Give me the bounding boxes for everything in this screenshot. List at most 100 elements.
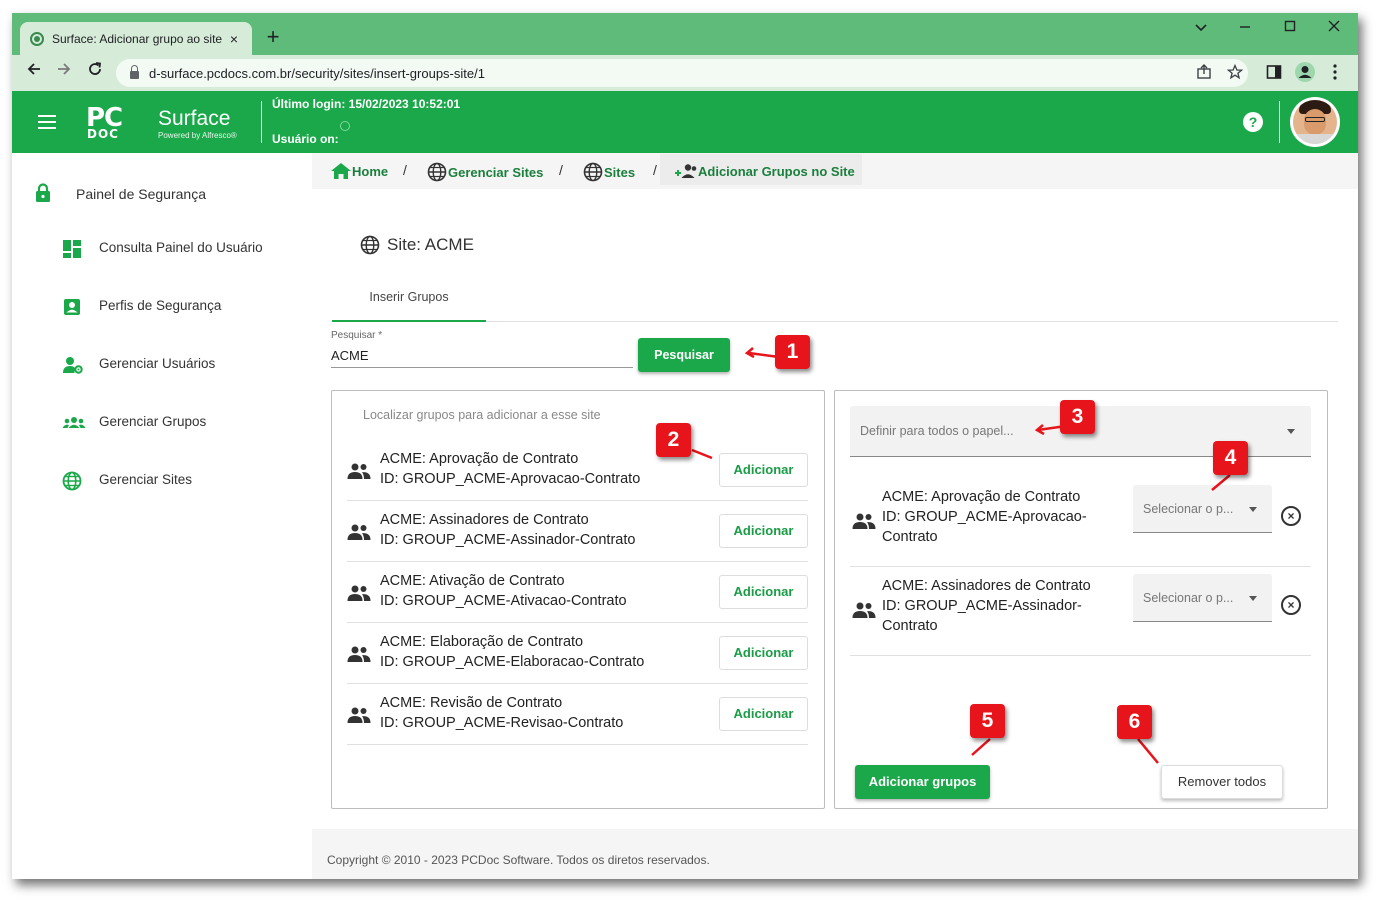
url-field[interactable]: d-surface.pcdocs.com.br/security/sites/i…: [116, 59, 1248, 87]
browser-tabstrip: Surface: Adicionar grupo ao site × +: [12, 13, 1358, 55]
add-group-button[interactable]: Adicionar: [719, 636, 808, 670]
avatar[interactable]: [1290, 97, 1340, 147]
group-id: ID: GROUP_ACME-Ativacao-Contrato: [380, 593, 627, 609]
group-icon: [347, 524, 371, 540]
group-icon: [347, 707, 371, 723]
last-login-text: Último login: 15/02/2023 10:52:01: [272, 97, 461, 111]
new-tab-button[interactable]: +: [262, 26, 284, 48]
role-select[interactable]: Selecionar o p...: [1133, 485, 1272, 533]
help-icon[interactable]: ?: [1243, 112, 1263, 132]
add-group-button[interactable]: Adicionar: [719, 514, 808, 548]
tab-bar: Inserir Grupos: [332, 284, 1338, 322]
header-divider: [1279, 101, 1280, 143]
breadcrumb-home[interactable]: Home: [330, 162, 388, 180]
remove-all-button[interactable]: Remover todos: [1161, 765, 1283, 799]
breadcrumb-adicionar-grupos[interactable]: Adicionar Grupos no Site: [674, 162, 855, 180]
breadcrumb-gerenciar-sites[interactable]: Gerenciar Sites: [426, 162, 543, 182]
callout-2: 2: [656, 423, 691, 457]
role-all-placeholder: Definir para todos o papel...: [860, 424, 1014, 438]
group-icon: [852, 602, 876, 618]
lock-icon: [35, 183, 51, 208]
share-icon[interactable]: [1196, 64, 1212, 85]
group-icon: [347, 463, 371, 479]
chevron-down-icon: [1249, 596, 1257, 601]
dashboard-icon: [62, 239, 82, 259]
browser-window: Surface: Adicionar grupo ao site × + d-s…: [12, 13, 1358, 879]
globe-icon: [62, 471, 82, 491]
minimize-icon[interactable]: [1235, 19, 1255, 36]
selected-group-text: ACME: Aprovação de Contrato ID: GROUP_AC…: [882, 489, 1087, 545]
available-groups-caption: Localizar grupos para adicionar a esse s…: [363, 408, 601, 422]
search-button[interactable]: Pesquisar: [638, 338, 730, 372]
maximize-icon[interactable]: [1280, 19, 1300, 36]
selected-groups-panel: Definir para todos o papel... ACME: Apro…: [834, 390, 1328, 809]
home-icon: [331, 163, 351, 179]
forward-icon[interactable]: [52, 61, 76, 82]
callout-6: 6: [1117, 705, 1152, 739]
reload-icon[interactable]: [83, 61, 107, 82]
callout-3: 3: [1060, 400, 1095, 434]
tab-search-icon[interactable]: [1191, 19, 1211, 36]
tab-inserir-grupos[interactable]: Inserir Grupos: [332, 284, 486, 322]
chevron-down-icon: [1249, 507, 1257, 512]
available-groups-panel: Localizar grupos para adicionar a esse s…: [331, 390, 825, 809]
callout-5: 5: [970, 704, 1005, 738]
profile-card-icon: [62, 297, 82, 317]
lock-icon: [130, 64, 139, 79]
user-online-icon: [340, 121, 350, 131]
side-panel-icon[interactable]: [1266, 64, 1282, 85]
search-label: Pesquisar *: [331, 330, 383, 341]
list-item: ACME: Assinadores de Contrato ID: GROUP_…: [347, 501, 808, 562]
globe-icon: [427, 162, 447, 182]
group-name: ACME: Assinadores de Contrato: [380, 512, 589, 528]
breadcrumb: Home / Gerenciar Sites / Sites / Adicion…: [312, 153, 1358, 189]
menu-kebab-icon[interactable]: [1332, 64, 1338, 85]
back-icon[interactable]: [22, 61, 46, 82]
selected-group-row: ACME: Aprovação de Contrato ID: GROUP_AC…: [850, 478, 1311, 567]
chevron-down-icon: [1287, 429, 1295, 434]
add-group-button[interactable]: Adicionar: [719, 453, 808, 487]
url-text: d-surface.pcdocs.com.br/security/sites/i…: [149, 65, 485, 81]
close-tab-icon[interactable]: ×: [226, 31, 242, 47]
address-bar: d-surface.pcdocs.com.br/security/sites/i…: [12, 55, 1358, 91]
list-item: ACME: Revisão de Contrato ID: GROUP_ACME…: [347, 684, 808, 745]
sidebar-item-usuarios[interactable]: Gerenciar Usuários: [99, 356, 215, 371]
hamburger-menu-icon[interactable]: [38, 115, 56, 129]
group-icon: [347, 585, 371, 601]
main-content: Home / Gerenciar Sites / Sites / Adicion…: [312, 153, 1358, 879]
add-group-icon: [675, 164, 697, 178]
group-id: ID: GROUP_ACME-Elaboracao-Contrato: [380, 654, 645, 670]
group-icon: [347, 646, 371, 662]
role-select[interactable]: Selecionar o p...: [1133, 574, 1272, 622]
sidebar-item-consulta-painel[interactable]: Consulta Painel do Usuário: [99, 240, 263, 255]
group-name: ACME: Elaboração de Contrato: [380, 634, 584, 650]
callout-1: 1: [775, 335, 810, 369]
groups-icon: [62, 413, 86, 433]
breadcrumb-sites[interactable]: Sites: [582, 162, 635, 182]
list-item: ACME: Elaboração de Contrato ID: GROUP_A…: [347, 623, 808, 684]
close-window-icon[interactable]: [1324, 19, 1344, 36]
tab-title: Surface: Adicionar grupo ao site: [52, 31, 223, 46]
sidebar-item-grupos[interactable]: Gerenciar Grupos: [99, 414, 206, 429]
browser-tab[interactable]: Surface: Adicionar grupo ao site ×: [20, 22, 252, 55]
add-group-button[interactable]: Adicionar: [719, 575, 808, 609]
sidebar: Painel de Segurança Consulta Painel do U…: [12, 153, 312, 879]
remove-circle-icon[interactable]: ×: [1281, 506, 1301, 526]
search-input[interactable]: [331, 344, 633, 368]
group-name: ACME: Aprovação de Contrato: [380, 451, 579, 467]
pcdoc-surface-logo: PC DOC Surface Powered by Alfresco®: [86, 103, 237, 141]
breadcrumb-separator: /: [653, 162, 657, 178]
group-name: ACME: Revisão de Contrato: [380, 695, 563, 711]
header-divider: [261, 101, 262, 143]
add-group-button[interactable]: Adicionar: [719, 697, 808, 731]
globe-icon: [583, 162, 603, 182]
sidebar-title[interactable]: Painel de Segurança: [76, 186, 206, 202]
sidebar-item-sites[interactable]: Gerenciar Sites: [99, 472, 192, 487]
list-item: ACME: Aprovação de Contrato ID: GROUP_AC…: [347, 440, 808, 501]
list-item: ACME: Ativação de Contrato ID: GROUP_ACM…: [347, 562, 808, 623]
add-groups-button[interactable]: Adicionar grupos: [855, 765, 990, 799]
sidebar-item-perfis[interactable]: Perfis de Segurança: [99, 298, 221, 313]
remove-circle-icon[interactable]: ×: [1281, 595, 1301, 615]
profile-icon[interactable]: [1294, 61, 1316, 88]
bookmark-star-icon[interactable]: [1226, 63, 1244, 85]
